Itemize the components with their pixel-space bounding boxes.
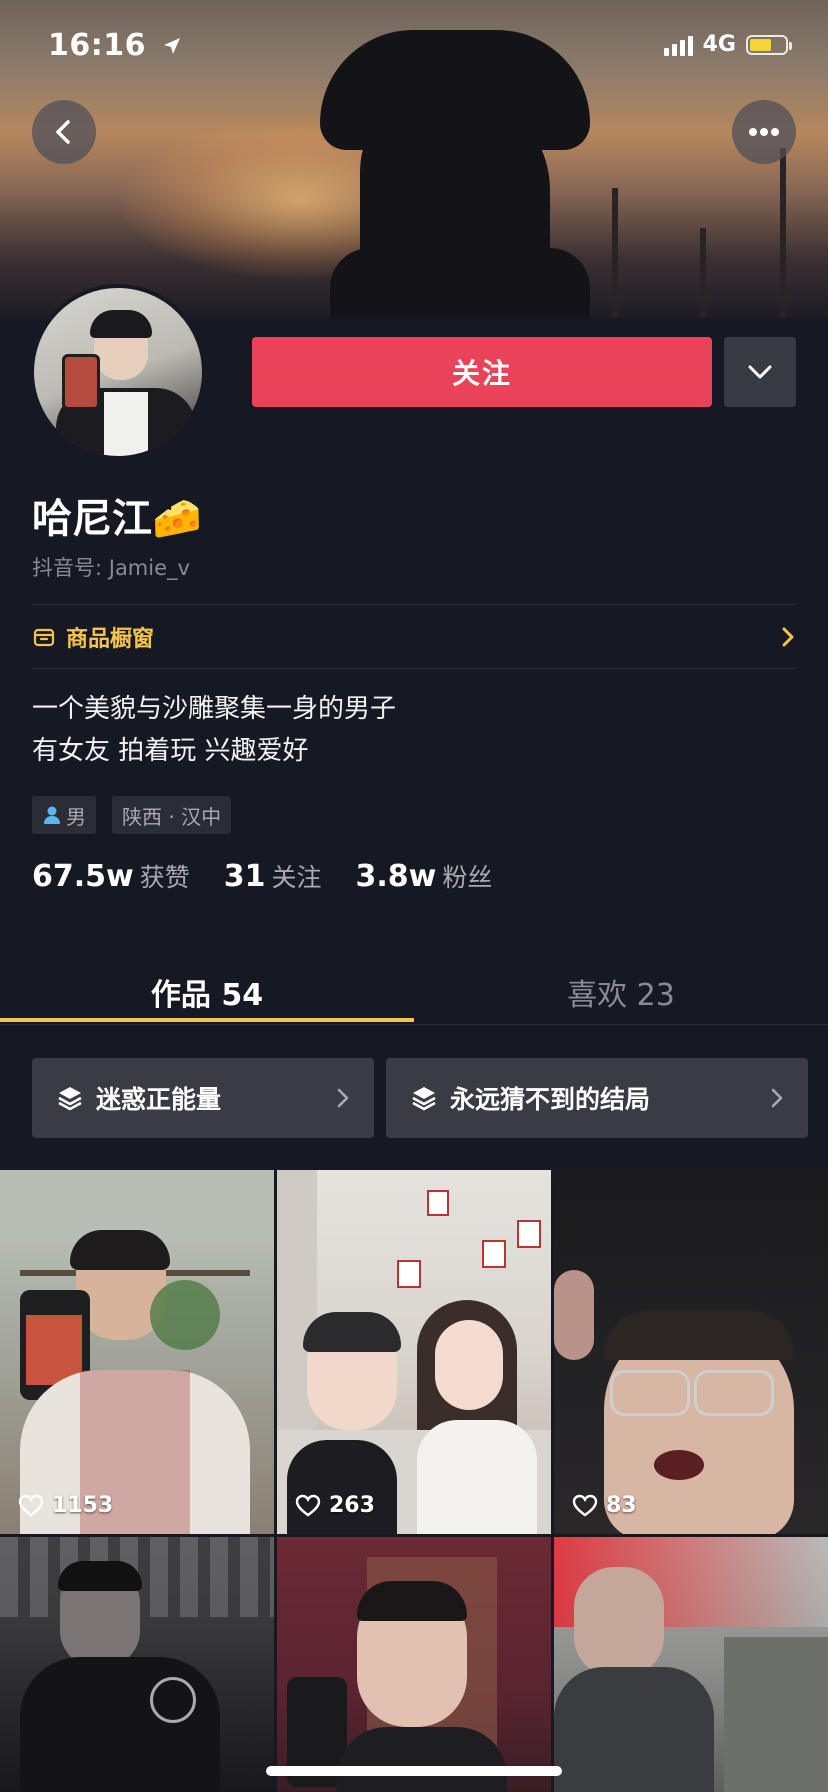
banner-pylon bbox=[612, 188, 618, 318]
more-options-button[interactable] bbox=[732, 100, 796, 164]
video-thumbnail[interactable]: 1153 bbox=[0, 1170, 274, 1534]
status-time: 16:16 bbox=[48, 28, 183, 63]
bio-line: 一个美貌与沙雕聚集一身的男子 bbox=[32, 694, 397, 724]
video-likes: 83 bbox=[572, 1493, 637, 1518]
follow-button[interactable]: 关注 bbox=[252, 337, 712, 407]
male-user-icon bbox=[44, 806, 60, 824]
video-thumbnail[interactable]: 263 bbox=[277, 1170, 551, 1534]
video-likes: 1153 bbox=[18, 1493, 113, 1518]
chevron-right-icon bbox=[337, 1088, 349, 1108]
active-tab-indicator bbox=[0, 1018, 414, 1022]
gender-tag-text: 男 bbox=[66, 804, 86, 829]
location-arrow-icon bbox=[163, 38, 180, 54]
home-indicator[interactable] bbox=[266, 1766, 562, 1776]
heart-icon bbox=[572, 1494, 598, 1516]
profile-name: 哈尼江🧀 bbox=[32, 486, 202, 544]
following-label[interactable]: 关注 bbox=[272, 858, 322, 894]
profile-stats: 67.5w 获赞 31 关注 3.8w 粉丝 bbox=[32, 858, 526, 894]
video-thumbnail[interactable] bbox=[554, 1537, 828, 1792]
heart-icon bbox=[295, 1494, 321, 1516]
tab-works[interactable]: 作品 54 bbox=[0, 962, 414, 1022]
video-likes: 263 bbox=[295, 1493, 375, 1518]
collection-title: 迷惑正能量 bbox=[96, 1085, 222, 1114]
video-likes-count: 1153 bbox=[52, 1493, 114, 1518]
video-thumbnail[interactable] bbox=[0, 1537, 274, 1792]
likes-count: 67.5w bbox=[32, 859, 134, 894]
signal-strength-icon bbox=[663, 34, 693, 56]
avatar-figure-phone bbox=[62, 354, 100, 410]
tab-liked[interactable]: 喜欢 23 bbox=[414, 962, 828, 1022]
banner-pylon bbox=[700, 228, 706, 318]
video-likes-count: 263 bbox=[329, 1493, 375, 1518]
location-tag: 陕西 · 汉中 bbox=[112, 796, 232, 834]
video-likes-count: 83 bbox=[606, 1493, 637, 1518]
status-indicators: 4G bbox=[663, 32, 792, 57]
heart-icon bbox=[18, 1494, 44, 1516]
shop-window-icon bbox=[33, 628, 55, 647]
status-time-text: 16:16 bbox=[48, 28, 146, 63]
tab-divider bbox=[0, 1024, 828, 1025]
followers-label[interactable]: 粉丝 bbox=[442, 858, 492, 894]
bio-line: 有女友 拍着玩 兴趣爱好 bbox=[32, 736, 309, 766]
layers-icon bbox=[58, 1087, 82, 1111]
avatar-figure-shirt bbox=[104, 392, 148, 456]
network-type: 4G bbox=[702, 32, 736, 57]
followers-count[interactable]: 3.8w bbox=[356, 859, 437, 894]
likes-label: 获赞 bbox=[139, 863, 190, 892]
recommend-dropdown-button[interactable] bbox=[724, 337, 796, 407]
battery-icon bbox=[746, 34, 792, 55]
video-thumbnail[interactable] bbox=[277, 1537, 551, 1792]
video-thumbnail[interactable]: 83 bbox=[554, 1170, 828, 1534]
divider bbox=[32, 668, 796, 669]
chevron-right-icon bbox=[782, 627, 794, 647]
douyin-id: 抖音号: Jamie_v bbox=[32, 556, 190, 580]
collection-card[interactable]: 永远猜不到的结局 bbox=[386, 1058, 808, 1138]
profile-name-text: 哈尼江🧀 bbox=[32, 496, 202, 542]
collection-card[interactable]: 迷惑正能量 bbox=[32, 1058, 374, 1138]
collection-title: 永远猜不到的结局 bbox=[450, 1085, 651, 1114]
ellipsis-icon bbox=[749, 128, 779, 136]
avatar-figure-hat bbox=[90, 310, 152, 338]
banner-pylon bbox=[780, 148, 786, 318]
divider bbox=[32, 604, 796, 605]
banner-silhouette-cap bbox=[320, 30, 590, 150]
gender-tag: 男 bbox=[32, 796, 96, 834]
location-tag-text: 陕西 · 汉中 bbox=[122, 804, 222, 829]
back-button[interactable] bbox=[32, 100, 96, 164]
chevron-left-icon bbox=[56, 120, 70, 144]
avatar[interactable] bbox=[30, 284, 206, 460]
chevron-right-icon bbox=[771, 1088, 783, 1108]
layers-icon bbox=[412, 1087, 436, 1111]
chevron-down-icon bbox=[748, 365, 772, 379]
profile-bio: 一个美貌与沙雕聚集一身的男子 有女友 拍着玩 兴趣爱好 bbox=[32, 688, 396, 772]
following-count[interactable]: 31 bbox=[224, 859, 266, 894]
shop-window-label: 商品橱窗 bbox=[66, 627, 155, 652]
shop-window-row[interactable]: 商品橱窗 bbox=[32, 618, 796, 656]
